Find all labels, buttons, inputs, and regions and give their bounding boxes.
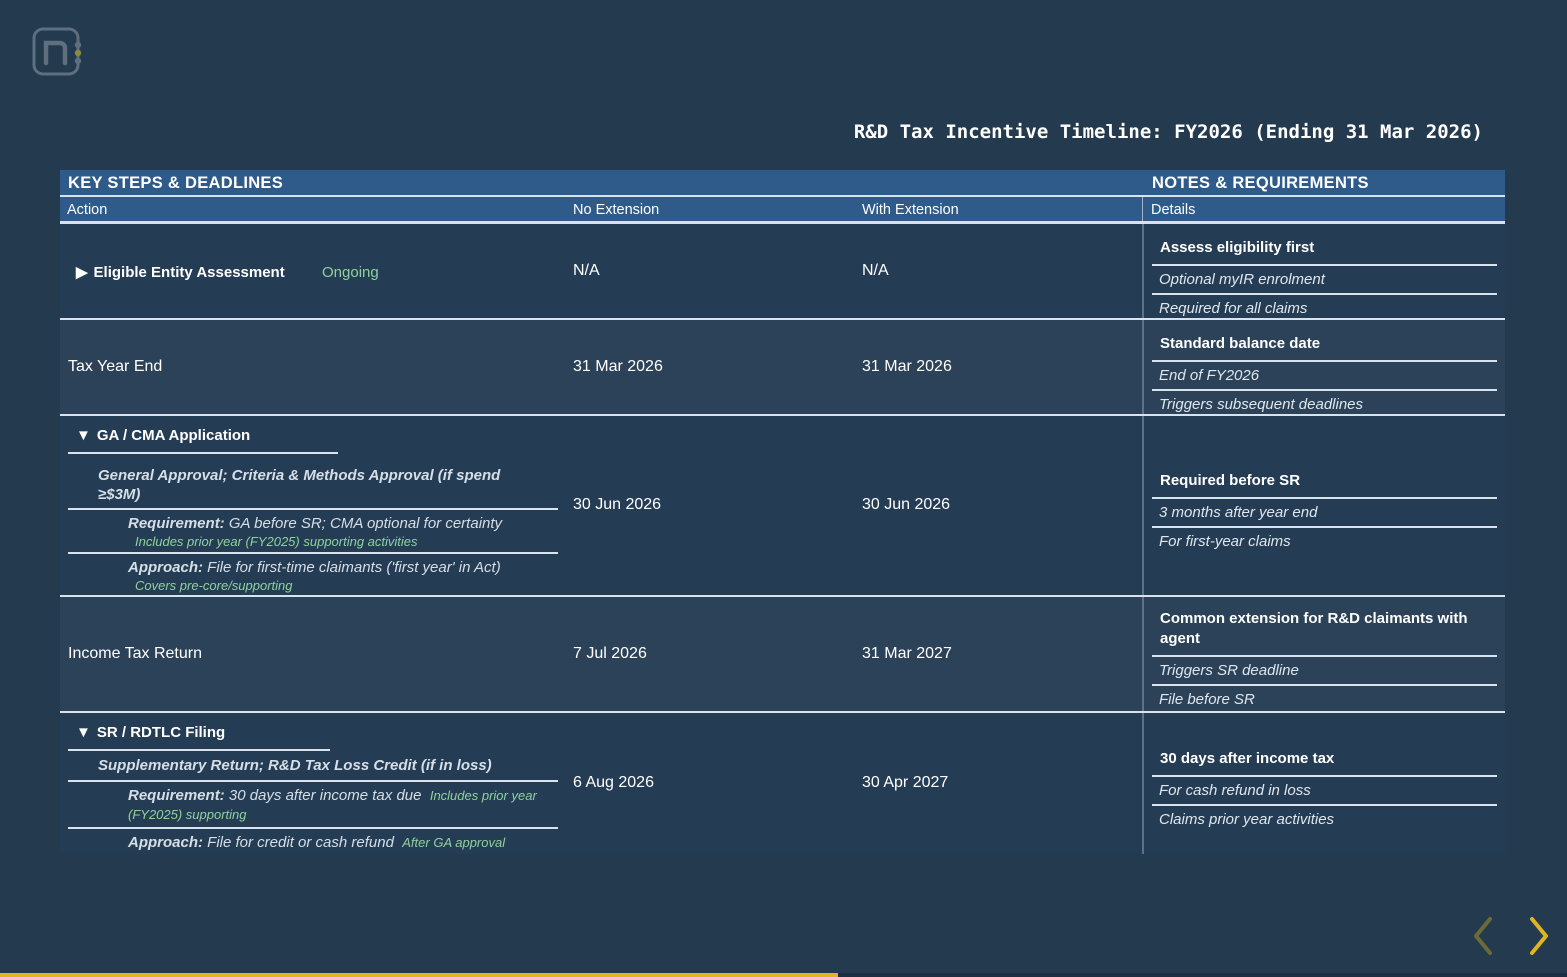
requirement-line: Requirement: GA before SR; CMA optional … xyxy=(68,510,558,534)
table-row-sr-rdtlc: ▼ SR / RDTLC Filing Supplementary Return;… xyxy=(60,713,1505,854)
with-extension-date: 31 Mar 2026 xyxy=(862,358,952,375)
note-line: File before SR xyxy=(1159,691,1255,708)
note-heading: Assess eligibility first xyxy=(1152,236,1497,266)
note-line: Claims prior year activities xyxy=(1159,811,1335,828)
column-divider xyxy=(1142,416,1144,595)
action-label: SR / RDTLC Filing xyxy=(96,724,226,741)
row-toggle[interactable]: ▼ GA / CMA Application xyxy=(68,427,338,454)
action-label: GA / CMA Application xyxy=(96,427,251,444)
section-title-right: NOTES & REQUIREMENTS xyxy=(1152,174,1369,192)
approach-label: Approach: xyxy=(128,559,203,576)
notes-cell: Standard balance date End of FY2026 Trig… xyxy=(1152,332,1497,418)
column-header-row: Action No Extension With Extension Detai… xyxy=(60,197,1505,224)
table-row-ga-cma: ▼ GA / CMA Application General Approval; … xyxy=(60,416,1505,597)
note-line: For cash refund in loss xyxy=(1152,777,1497,806)
approach-line: Approach: File for first-time claimants … xyxy=(68,554,558,578)
column-divider xyxy=(1142,713,1144,854)
column-divider xyxy=(1142,597,1144,711)
note-line: End of FY2026 xyxy=(1152,362,1497,391)
no-extension-date: 6 Aug 2026 xyxy=(573,774,654,791)
requirement-text: 30 days after income tax due xyxy=(228,787,422,804)
notes-cell: Assess eligibility first Optional myIR e… xyxy=(1152,236,1497,322)
table-row-tax-year-end: Tax Year End 31 Mar 2026 31 Mar 2026 Sta… xyxy=(60,320,1505,416)
slide-progress-bar xyxy=(0,973,1567,977)
note-line: Triggers SR deadline xyxy=(1152,657,1497,686)
timeline-table: KEY STEPS & DEADLINES NOTES & REQUIREMEN… xyxy=(60,170,1505,854)
requirement-line: Requirement: 30 days after income tax du… xyxy=(68,782,558,827)
notes-cell: 30 days after income tax For cash refund… xyxy=(1152,747,1497,833)
table-row-eligible-entity: ▶ Eligible Entity Assessment Ongoing N/A … xyxy=(60,224,1505,320)
note-heading: Common extension for R&D claimants with … xyxy=(1152,607,1497,657)
with-extension-date: 30 Jun 2026 xyxy=(862,496,951,513)
action-subtitle: Supplementary Return; R&D Tax Loss Credi… xyxy=(98,757,492,774)
note-line: Triggers subsequent deadlines xyxy=(1159,396,1364,413)
chevron-left-icon[interactable] xyxy=(1466,915,1500,957)
note-line: Required for all claims xyxy=(1159,300,1308,317)
note-line: For first-year claims xyxy=(1159,533,1291,550)
approach-text: File for first-time claimants ('first ye… xyxy=(207,559,501,576)
section-title-left: KEY STEPS & DEADLINES xyxy=(68,174,284,192)
approach-note: Covers pre-core/supporting xyxy=(135,578,293,593)
row-toggle[interactable]: ▶ Eligible Entity Assessment xyxy=(76,263,285,281)
approach-line: Approach: File for credit or cash refund… xyxy=(68,829,558,852)
caret-right-icon: ▶ xyxy=(76,264,88,281)
requirement-text: GA before SR; CMA optional for certainty xyxy=(228,515,503,532)
action-label: Tax Year End xyxy=(68,358,163,375)
section-header-row: KEY STEPS & DEADLINES NOTES & REQUIREMEN… xyxy=(60,170,1505,197)
column-divider xyxy=(1142,320,1144,414)
col-header-action: Action xyxy=(67,202,108,218)
column-divider xyxy=(1142,197,1143,221)
note-heading: Required before SR xyxy=(1152,469,1497,499)
expanded-action: ▼ SR / RDTLC Filing Supplementary Return;… xyxy=(68,724,558,852)
caret-down-icon: ▼ xyxy=(76,427,91,444)
requirement-label: Requirement: xyxy=(128,515,225,532)
expanded-action: ▼ GA / CMA Application General Approval; … xyxy=(68,427,558,593)
with-extension-date: 30 Apr 2027 xyxy=(862,774,949,791)
brand-logo-icon xyxy=(32,27,82,76)
progress-fill xyxy=(0,973,839,977)
approach-note: After GA approval xyxy=(402,835,506,850)
status-badge: Ongoing xyxy=(322,264,379,281)
col-header-details: Details xyxy=(1151,202,1196,218)
col-header-with-extension: With Extension xyxy=(862,202,959,218)
note-line: 3 months after year end xyxy=(1152,499,1497,528)
note-heading: 30 days after income tax xyxy=(1152,747,1497,777)
table-row-income-tax-return: Income Tax Return 7 Jul 2026 31 Mar 2027… xyxy=(60,597,1505,713)
col-header-no-extension: No Extension xyxy=(573,202,660,218)
no-extension-date: 7 Jul 2026 xyxy=(573,645,647,662)
column-divider xyxy=(1142,224,1144,318)
approach-text: File for credit or cash refund xyxy=(207,834,394,851)
with-extension-date: 31 Mar 2027 xyxy=(862,645,952,662)
with-extension-date: N/A xyxy=(862,262,889,279)
no-extension-date: 31 Mar 2026 xyxy=(573,358,663,375)
row-toggle[interactable]: ▼ SR / RDTLC Filing xyxy=(68,724,330,751)
action-label: Eligible Entity Assessment xyxy=(93,264,285,281)
action-subtitle: General Approval; Criteria & Methods App… xyxy=(98,467,501,503)
action-label: Income Tax Return xyxy=(68,645,202,662)
no-extension-date: N/A xyxy=(573,262,600,279)
notes-cell: Required before SR 3 months after year e… xyxy=(1152,469,1497,555)
note-line: Optional myIR enrolment xyxy=(1152,266,1497,295)
page-title: R&D Tax Incentive Timeline: FY2026 (Endi… xyxy=(853,121,1483,143)
note-heading: Standard balance date xyxy=(1152,332,1497,362)
chevron-right-icon[interactable] xyxy=(1522,915,1556,957)
notes-cell: Common extension for R&D claimants with … xyxy=(1152,607,1497,713)
no-extension-date: 30 Jun 2026 xyxy=(573,496,662,513)
requirement-label: Requirement: xyxy=(128,787,225,804)
requirement-note: Includes prior year (FY2025) supporting … xyxy=(135,534,418,549)
approach-label: Approach: xyxy=(128,834,203,851)
caret-down-icon: ▼ xyxy=(76,724,91,741)
